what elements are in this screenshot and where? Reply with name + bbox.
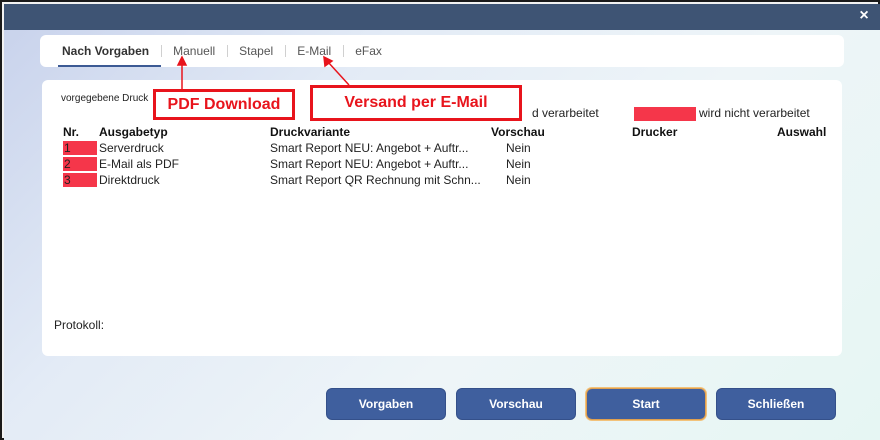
row-3-nr[interactable]: 3 xyxy=(63,173,97,187)
row-3-vorschau[interactable]: Nein xyxy=(506,173,531,187)
row-3-druckvariante[interactable]: Smart Report QR Rechnung mit Schn... xyxy=(270,173,481,187)
row-1-nr[interactable]: 1 xyxy=(63,141,97,155)
legend-not-processed: wird nicht verarbeitet xyxy=(699,106,810,120)
start-button[interactable]: Start xyxy=(586,388,706,420)
row-2-ausgabetyp[interactable]: E-Mail als PDF xyxy=(99,157,179,171)
legend-not-processed-swatch xyxy=(634,107,696,121)
versand-email-callout: Versand per E-Mail xyxy=(310,85,522,121)
tab-bar: Nach Vorgaben Manuell Stapel E-Mail eFax xyxy=(40,35,844,67)
row-1-vorschau[interactable]: Nein xyxy=(506,141,531,155)
tab-nach-vorgaben[interactable]: Nach Vorgaben xyxy=(50,35,162,67)
protokoll-label: Protokoll: xyxy=(54,318,105,332)
row-2-nr[interactable]: 2 xyxy=(63,157,97,171)
tab-efax[interactable]: eFax xyxy=(343,35,394,67)
tab-email[interactable]: E-Mail xyxy=(285,35,343,67)
column-header-drucker: Drucker xyxy=(632,125,678,139)
schliessen-button[interactable]: Schließen xyxy=(716,388,836,420)
tab-stapel[interactable]: Stapel xyxy=(227,35,285,67)
row-2-druckvariante[interactable]: Smart Report NEU: Angebot + Auftr... xyxy=(270,157,468,171)
vorschau-button[interactable]: Vorschau xyxy=(456,388,576,420)
row-1-druckvariante[interactable]: Smart Report NEU: Angebot + Auftr... xyxy=(270,141,468,155)
tab-manuell[interactable]: Manuell xyxy=(161,35,227,67)
content-panel: vorgegebene Druck d verarbeitet wird nic… xyxy=(42,80,842,356)
column-header-nr: Nr. xyxy=(63,125,80,139)
vorgaben-button[interactable]: Vorgaben xyxy=(326,388,446,420)
pdf-download-callout: PDF Download xyxy=(153,89,295,120)
row-1-ausgabetyp[interactable]: Serverdruck xyxy=(99,141,164,155)
row-3-ausgabetyp[interactable]: Direktdruck xyxy=(99,173,160,187)
legend-processed: d verarbeitet xyxy=(532,106,599,120)
column-header-druckvariante: Druckvariante xyxy=(270,125,351,139)
column-header-ausgabetyp: Ausgabetyp xyxy=(99,125,168,139)
row-2-vorschau[interactable]: Nein xyxy=(506,157,531,171)
close-icon[interactable]: × xyxy=(856,8,872,24)
panel-caption: vorgegebene Druck xyxy=(61,93,149,104)
title-bar: × xyxy=(4,4,880,30)
dialog-window: × Nach Vorgaben Manuell Stapel E-Mail eF… xyxy=(0,0,880,440)
column-header-auswahl: Auswahl xyxy=(777,125,827,139)
column-header-vorschau: Vorschau xyxy=(491,125,545,139)
